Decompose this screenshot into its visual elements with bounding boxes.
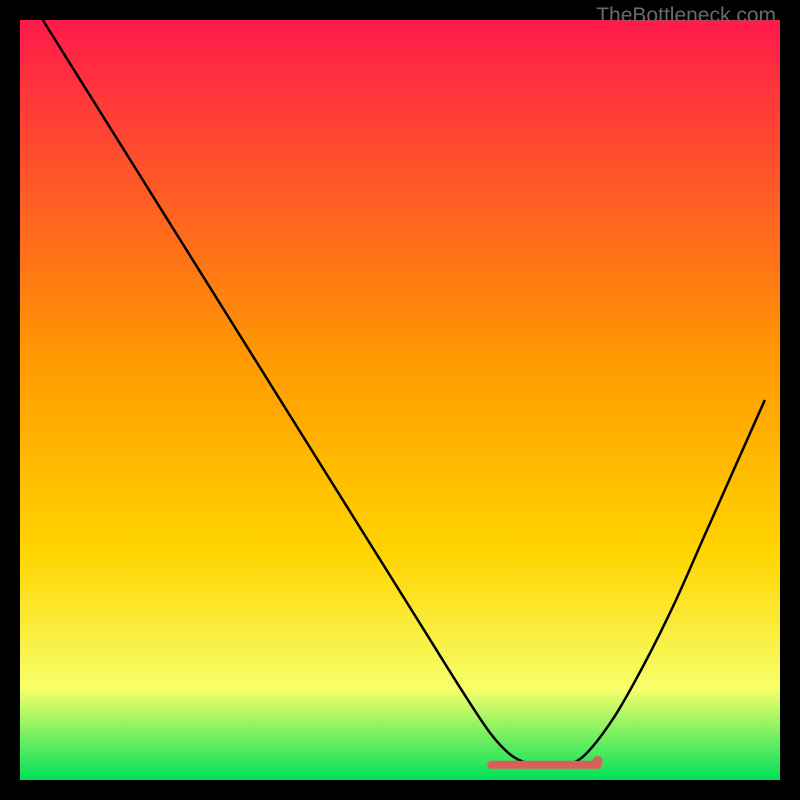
bottleneck-chart: [20, 20, 780, 780]
chart-background: [20, 20, 780, 780]
watermark-text: TheBottleneck.com: [596, 4, 776, 28]
optimal-point-marker: [593, 756, 603, 766]
